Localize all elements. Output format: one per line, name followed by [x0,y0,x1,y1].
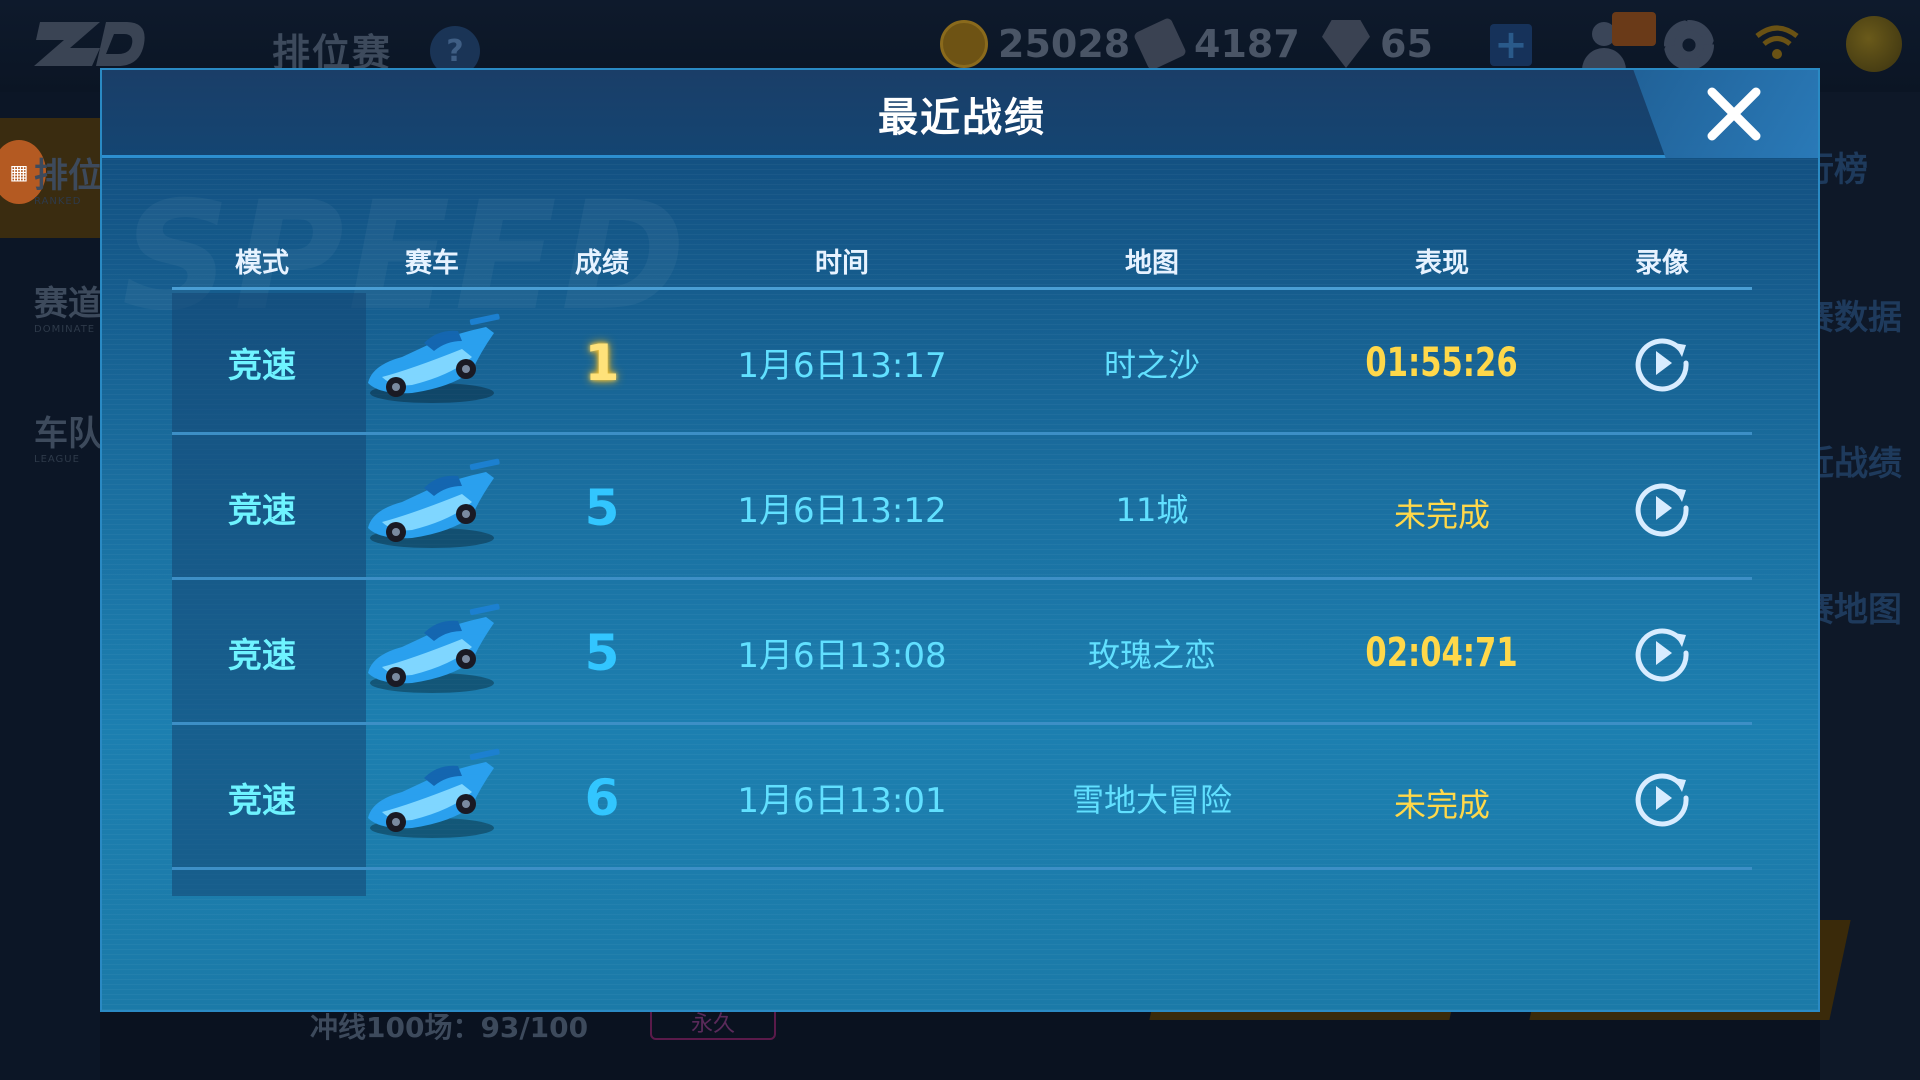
performance-value: 未完成 [1393,785,1490,824]
sidebar-sub-track: DOMINATE [34,324,96,335]
header-mode: 模式 [235,247,289,279]
gem-value: 65 [1380,22,1433,66]
mode-cell: 竞速 [228,781,296,821]
progress-text: 冲线100场：93/100 [310,1011,589,1044]
add-currency-button[interactable]: + [1490,22,1532,68]
replay-cell [1592,435,1732,580]
modal-header: 最近战绩 [102,70,1818,158]
coin-counter: 25028 [940,20,1130,68]
header-replay: 录像 [1635,247,1689,279]
sidebar-item-track[interactable]: 赛道 [34,276,102,325]
time-cell: 1月6日13:17 [737,346,947,386]
table-header: 模式 赛车 成绩 时间 地图 表现 录像 [172,230,1752,290]
mode-cell: 竞速 [228,636,296,676]
performance-value: 未完成 [1393,495,1490,534]
map-cell: 玫瑰之恋 [1087,635,1216,674]
mode-cell: 竞速 [228,491,296,531]
gem-icon [1322,20,1370,68]
time-cell: 1月6日13:08 [737,636,947,676]
table-row[interactable]: 竞速 5 1月6日13:12 11城 未完成 [172,435,1752,580]
sidebar-sub-ranked: RANKED [34,196,82,207]
replay-play-icon[interactable] [1632,623,1692,683]
table-row[interactable]: 竞速 5 1月6日13:08 玫瑰之恋 02:04:71 [172,580,1752,725]
coin-icon [940,20,988,68]
header-performance: 表现 [1415,247,1469,279]
ticket-counter: 4187 [1132,16,1300,72]
performance-value: 01:55:26 [1365,339,1519,386]
table-row-partial[interactable] [172,870,1752,900]
sidebar-item-ranked[interactable]: 排位 [34,148,102,197]
replay-play-icon[interactable] [1632,478,1692,538]
rank-cell: 5 [584,478,620,537]
car-cell [352,435,512,580]
map-cell: 雪地大冒险 [1071,780,1232,819]
close-icon[interactable] [1702,84,1766,144]
rank-cell: 6 [584,768,620,827]
settings-gear-icon[interactable] [1664,20,1714,70]
replay-cell [1592,580,1732,725]
header-map: 地图 [1125,247,1179,279]
performance-cell: 01:55:26 [1312,290,1572,435]
sidebar-sub-team: LEAGUE [34,454,80,465]
table-row[interactable]: 竞速 1 1月6日13:17 时之沙 01:55:26 [172,290,1752,435]
rank-cell: 5 [584,623,620,682]
race-car-icon [368,603,500,693]
car-cell [352,725,512,870]
background-sidebar [0,92,100,1080]
gem-counter: 65 [1322,20,1433,68]
time-cell: 1月6日13:01 [737,781,947,821]
race-car-icon [368,458,500,548]
replay-play-icon[interactable] [1632,768,1692,828]
header-time: 时间 [815,247,869,279]
recent-results-modal: SPEED 最近战绩 模式 赛车 成绩 时间 地图 表现 录像 竞速 [100,68,1820,1012]
race-car-icon [368,313,500,403]
table-row[interactable]: 竞速 6 1月6日13:01 雪地大冒险 未完成 [172,725,1752,870]
rank-cell: 1 [584,333,620,392]
performance-cell: 02:04:71 [1312,580,1572,725]
time-cell: 1月6日13:12 [737,491,947,531]
sidebar-item-team[interactable]: 车队 [34,406,102,455]
replay-cell [1592,725,1732,870]
performance-cell: 未完成 [1312,725,1572,870]
performance-cell: 未完成 [1312,435,1572,580]
header-rank: 成绩 [575,247,629,279]
ticket-icon [1132,16,1188,72]
mail-icon[interactable] [1612,12,1656,46]
ticket-value: 4187 [1194,22,1300,66]
results-table: 模式 赛车 成绩 时间 地图 表现 录像 竞速 1 1月6日13:17 时之沙 … [172,230,1752,900]
replay-play-icon[interactable] [1632,333,1692,393]
race-car-icon [368,748,500,838]
map-cell: 时之沙 [1103,345,1200,384]
car-cell [352,580,512,725]
modal-title: 最近战绩 [878,95,1046,141]
replay-cell [1592,290,1732,435]
performance-value: 02:04:71 [1365,629,1519,676]
map-cell: 11城 [1115,490,1189,529]
game-logo-icon [34,22,145,66]
wifi-icon [1755,25,1799,59]
player-avatar[interactable] [1846,16,1902,72]
coin-value: 25028 [998,22,1131,66]
car-cell [352,290,512,435]
mode-cell: 竞速 [228,346,296,386]
header-car: 赛车 [405,247,459,279]
